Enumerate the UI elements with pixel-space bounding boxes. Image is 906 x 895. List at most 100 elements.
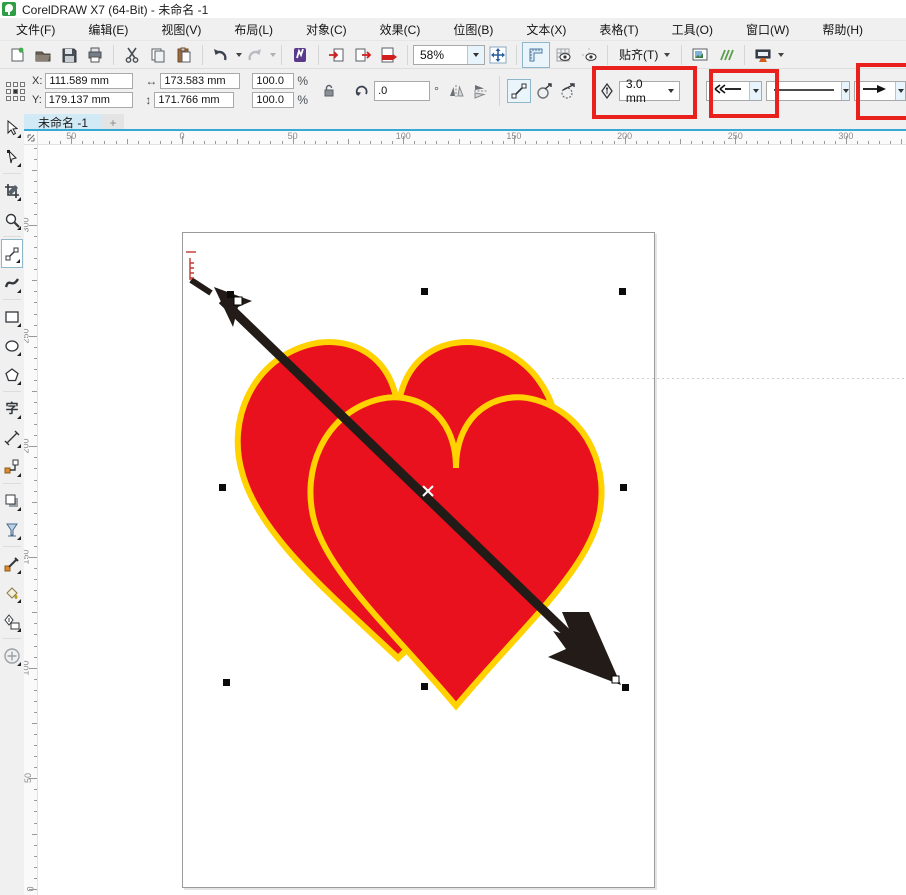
ruler-tick	[32, 280, 37, 281]
tool-polygon[interactable]	[1, 360, 23, 389]
show-grid-toggle[interactable]	[550, 43, 576, 67]
ruler-tick	[34, 314, 37, 315]
y-position-field[interactable]	[45, 92, 133, 108]
zoom-level-dropdown[interactable]	[467, 46, 484, 64]
ruler-tick	[32, 170, 37, 171]
full-screen-preview-dropdown[interactable]	[778, 53, 784, 57]
menu-text[interactable]: 文本(X)	[514, 19, 578, 40]
ruler-tick	[34, 269, 37, 270]
export-button[interactable]	[350, 43, 376, 67]
vertical-ruler[interactable]: 300250200150100500	[24, 145, 38, 895]
tool-transparency[interactable]	[1, 515, 23, 544]
undo-button[interactable]	[208, 43, 234, 67]
open-button[interactable]	[30, 43, 56, 67]
ruler-tick	[34, 712, 37, 713]
rotation-angle-field[interactable]	[374, 81, 430, 101]
x-position-label: X:	[32, 75, 42, 87]
object-width-field[interactable]	[160, 73, 240, 89]
ruler-tick	[348, 139, 349, 144]
end-arrowhead-dropdown[interactable]	[895, 82, 905, 100]
tool-ellipse[interactable]	[1, 331, 23, 360]
ruler-tick	[34, 258, 37, 259]
import-button[interactable]	[324, 43, 350, 67]
perpendicular-line-mode-button[interactable]	[533, 80, 555, 102]
mirror-vertical-button[interactable]	[470, 80, 492, 102]
ruler-label: 250	[24, 328, 30, 343]
ruler-tick	[746, 141, 747, 144]
cut-button[interactable]	[119, 43, 145, 67]
ruler-tick	[282, 141, 283, 144]
outline-width-dropdown[interactable]	[663, 82, 679, 100]
drawing-window[interactable]	[38, 145, 906, 895]
fit-page-button[interactable]	[485, 43, 511, 67]
ruler-label: 50	[66, 131, 76, 141]
tool-interactive-fill[interactable]	[1, 641, 23, 670]
tool-pick[interactable]	[1, 113, 23, 142]
tool-color-eyedropper[interactable]	[1, 549, 23, 578]
horizontal-ruler[interactable]: 50050100150200250300	[38, 131, 906, 145]
paste-button[interactable]	[171, 43, 197, 67]
menu-view[interactable]: 视图(V)	[149, 19, 213, 40]
menu-bitmaps[interactable]: 位图(B)	[441, 19, 505, 40]
two-point-line-mode-button[interactable]	[507, 79, 531, 103]
tool-crop[interactable]	[1, 176, 23, 205]
start-arrowhead-dropdown[interactable]	[749, 82, 761, 100]
start-arrowhead-combo[interactable]	[706, 81, 762, 101]
menu-window[interactable]: 窗口(W)	[734, 19, 801, 40]
x-position-field[interactable]	[45, 73, 133, 89]
ruler-tick	[768, 141, 769, 144]
new-document-button[interactable]	[4, 43, 30, 67]
menu-layout[interactable]: 布局(L)	[222, 19, 285, 40]
options-button[interactable]	[687, 43, 713, 67]
show-guidelines-toggle[interactable]	[576, 43, 602, 67]
print-button[interactable]	[82, 43, 108, 67]
full-screen-preview-button[interactable]	[750, 43, 776, 67]
search-content-button[interactable]	[287, 43, 313, 67]
end-arrowhead-combo[interactable]	[854, 81, 906, 101]
ruler-label: 0	[25, 886, 35, 891]
menu-effects[interactable]: 效果(C)	[368, 19, 433, 40]
ruler-tick	[636, 141, 637, 144]
tool-outline-pen[interactable]	[1, 607, 23, 636]
ruler-origin-corner[interactable]	[24, 131, 38, 145]
tool-drop-shadow[interactable]	[1, 486, 23, 515]
tool-text[interactable]: 字	[1, 394, 23, 423]
tool-connector[interactable]	[1, 452, 23, 481]
copy-button[interactable]	[145, 43, 171, 67]
snap-to-dropdown[interactable]: 贴齐(T)	[613, 44, 676, 65]
zoom-level-combo[interactable]: 58%	[413, 45, 485, 65]
menu-tools[interactable]: 工具(O)	[660, 19, 725, 40]
ruler-tick	[304, 141, 305, 144]
tool-dimension[interactable]	[1, 423, 23, 452]
tangential-line-mode-button[interactable]	[557, 80, 579, 102]
mirror-horizontal-button[interactable]	[446, 80, 468, 102]
scale-width-field[interactable]	[252, 73, 294, 89]
redo-dropdown[interactable]	[270, 53, 276, 57]
tool-two-point-line[interactable]	[1, 239, 23, 268]
menu-object[interactable]: 对象(C)	[294, 19, 359, 40]
show-rulers-toggle[interactable]	[522, 42, 550, 68]
redo-button[interactable]	[242, 43, 268, 67]
tool-smart-fill[interactable]	[1, 578, 23, 607]
menu-edit[interactable]: 编辑(E)	[76, 19, 140, 40]
tool-zoom[interactable]	[1, 205, 23, 234]
menu-table[interactable]: 表格(T)	[587, 19, 650, 40]
scale-height-percent: %	[297, 94, 308, 106]
object-origin-selector[interactable]	[6, 82, 24, 100]
save-button[interactable]	[56, 43, 82, 67]
tool-artistic-media[interactable]	[1, 268, 23, 297]
tool-rectangle[interactable]	[1, 302, 23, 331]
lock-ratio-button[interactable]	[318, 80, 340, 102]
object-height-field[interactable]	[154, 92, 234, 108]
scale-height-field[interactable]	[252, 92, 294, 108]
page-area[interactable]	[182, 232, 655, 888]
line-style-combo[interactable]	[766, 81, 850, 101]
publish-pdf-button[interactable]	[376, 43, 402, 67]
menu-help[interactable]: 帮助(H)	[810, 19, 875, 40]
line-style-dropdown[interactable]	[841, 82, 849, 100]
application-launcher-button[interactable]	[713, 43, 739, 67]
tool-shape[interactable]	[1, 142, 23, 171]
menu-file[interactable]: 文件(F)	[4, 19, 67, 40]
ruler-tick	[658, 141, 659, 144]
outline-width-combo[interactable]: 3.0 mm	[619, 81, 680, 101]
